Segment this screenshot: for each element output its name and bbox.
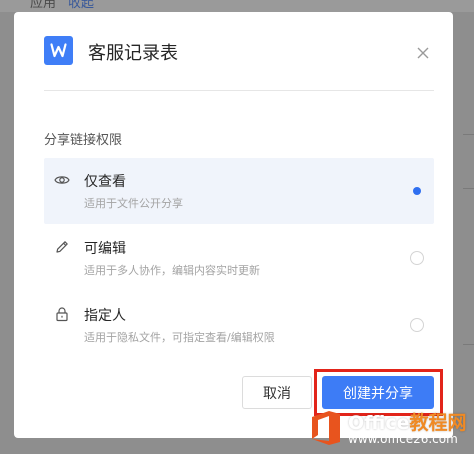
option-description: 适用于隐私文件，可指定查看/编辑权限 [84, 331, 275, 344]
lock-icon [54, 306, 70, 322]
dialog-title: 客服记录表 [88, 43, 178, 64]
dialog-header: 客服记录表 [44, 36, 424, 66]
permission-option-specified-people[interactable]: 指定人 适用于隐私文件，可指定查看/编辑权限 [44, 292, 434, 358]
option-description: 适用于多人协作，编辑内容实时更新 [84, 264, 260, 277]
pencil-icon [54, 239, 70, 255]
share-dialog: 客服记录表 分享链接权限 仅查看 适用于文件公开分享 可编辑 适用于多人协作，编… [14, 12, 453, 438]
cancel-button[interactable]: 取消 [242, 376, 312, 409]
background-page-edge [453, 12, 474, 454]
watermark: Office教程网 www.office26.com [310, 408, 470, 450]
radio-button[interactable] [410, 318, 424, 332]
background-tab-collapse: 收起 [68, 0, 95, 11]
office-logo-icon [310, 410, 342, 446]
permission-option-view-only[interactable]: 仅查看 适用于文件公开分享 [44, 158, 434, 224]
option-title: 仅查看 [84, 174, 126, 190]
background-page-header: 应用 收起 [0, 0, 474, 12]
header-divider [44, 90, 434, 91]
permission-option-editable[interactable]: 可编辑 适用于多人协作，编辑内容实时更新 [44, 225, 434, 291]
wps-writer-icon [44, 36, 73, 65]
watermark-brand: Office教程网 [348, 412, 467, 434]
radio-button-selected[interactable] [410, 184, 424, 198]
option-title: 可编辑 [84, 241, 126, 257]
background-tab-apps: 应用 [30, 0, 57, 11]
option-title: 指定人 [84, 308, 126, 324]
section-label: 分享链接权限 [44, 133, 123, 148]
close-icon[interactable] [416, 45, 430, 59]
radio-button[interactable] [410, 251, 424, 265]
watermark-url: www.office26.com [348, 432, 458, 446]
eye-icon [54, 172, 70, 188]
option-description: 适用于文件公开分享 [84, 197, 183, 210]
create-and-share-button[interactable]: 创建并分享 [322, 376, 434, 409]
